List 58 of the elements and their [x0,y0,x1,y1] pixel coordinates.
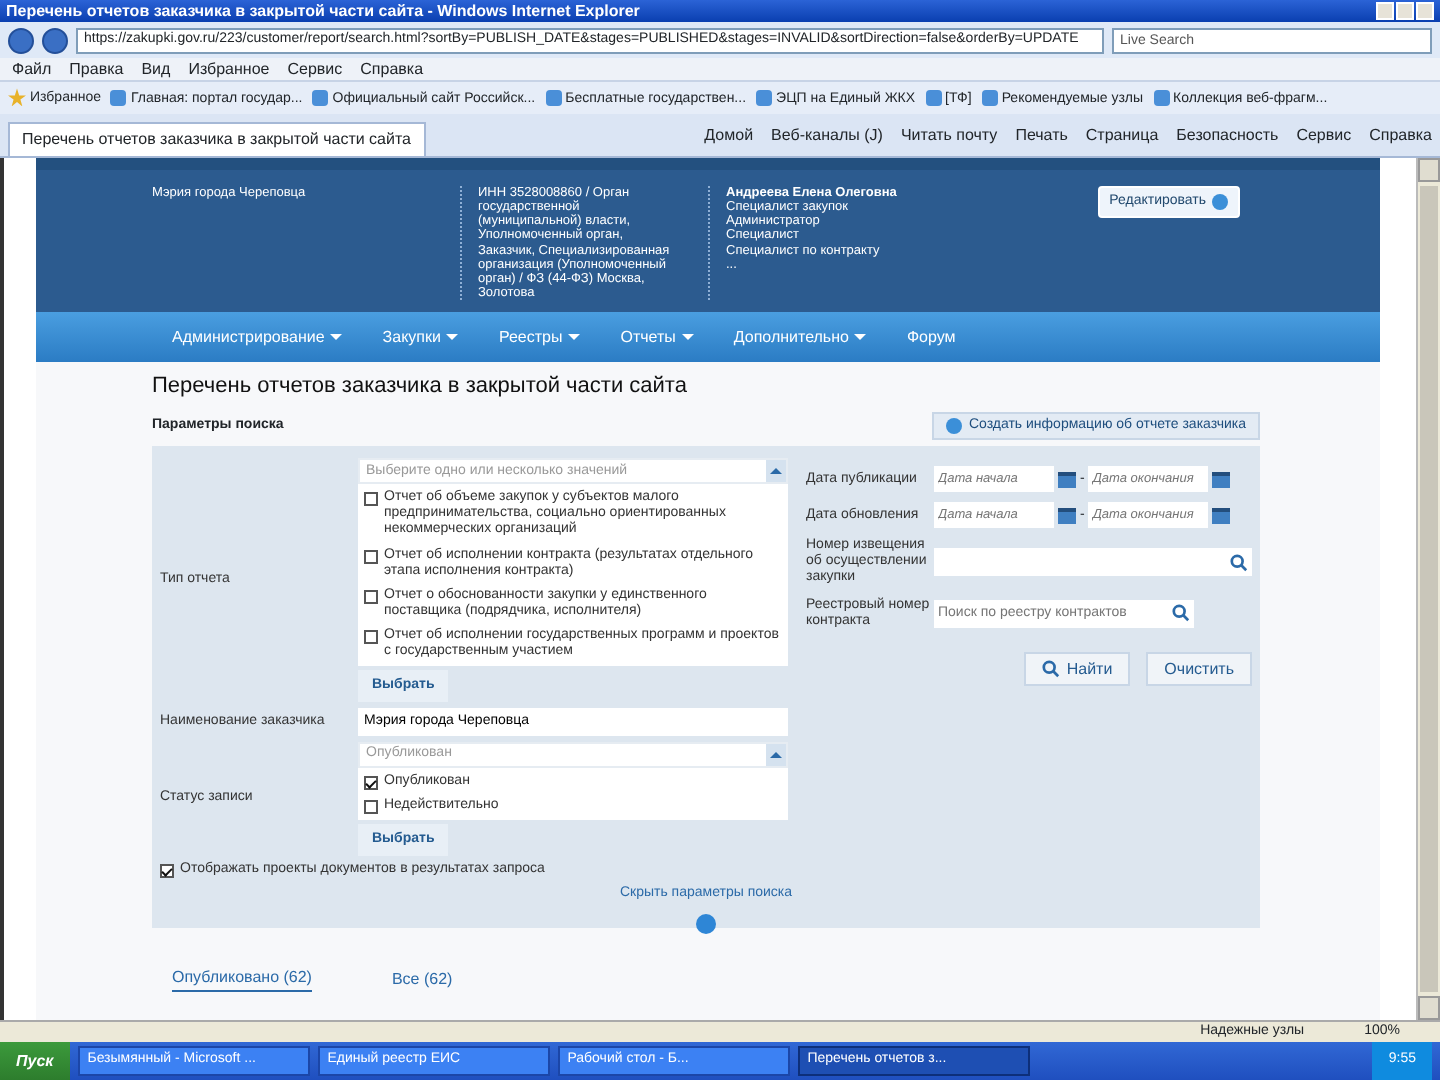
caret-icon [681,334,694,341]
caret-icon [446,334,459,341]
nav-item[interactable]: Закупки [382,328,459,347]
find-button[interactable]: Найти [1024,651,1131,686]
command-button[interactable]: Безопасность [1176,125,1279,145]
search-icon [1042,659,1061,678]
nav-item[interactable]: Дополнительно [733,328,867,347]
command-button[interactable]: Справка [1369,125,1432,145]
command-button[interactable]: Сервис [1296,125,1352,145]
page-icon [545,89,562,106]
caret-icon [568,334,581,341]
search-icon [1172,604,1190,623]
caret-icon [854,334,867,341]
checkbox[interactable] [364,492,378,507]
menu-item[interactable]: Правка [69,59,124,79]
checkbox[interactable] [364,549,378,563]
checkbox[interactable] [364,799,378,814]
calendar-icon [1058,471,1076,488]
checkbox[interactable] [364,629,378,644]
back-button[interactable] [8,27,34,53]
checkbox[interactable] [160,863,174,878]
menu-item[interactable]: Справка [360,59,424,79]
forward-button[interactable] [42,27,68,53]
collapse-icon [766,743,786,766]
command-button[interactable]: Домой [704,125,754,145]
page-icon [1153,89,1169,106]
command-button[interactable]: Веб-каналы (J) [771,125,883,145]
command-button[interactable]: Печать [1015,125,1068,145]
notice-number-field[interactable] [934,548,1252,577]
page-icon [110,89,127,106]
command-button[interactable]: Страница [1085,125,1159,145]
browser-tab[interactable]: Перечень отчетов заказчика в закрытой части сайта [8,122,425,156]
result-tab[interactable]: Все (62) [391,968,453,993]
nav-item[interactable]: Реестры [498,328,581,347]
scrollbar[interactable] [1416,158,1440,1020]
menu-item[interactable]: Избранное [188,59,270,79]
page-icon [981,89,998,106]
page-icon [756,89,773,106]
menu-item[interactable]: Вид [141,59,171,79]
result-tab[interactable]: Опубликовано (62) [172,968,312,993]
nav-item[interactable]: Отчеты [620,328,694,347]
calendar-icon [1058,507,1076,524]
command-button[interactable]: Читать почту [900,125,998,145]
checkbox[interactable] [364,775,378,790]
collapse-icon [766,460,786,483]
clear-button[interactable]: Очистить [1146,651,1252,686]
search-icon [1230,553,1248,572]
page-icon [312,89,329,106]
menu-item[interactable]: Сервис [287,59,343,79]
nav-item[interactable]: Форум [906,328,956,347]
caret-icon [330,334,343,341]
page-title: Перечень отчетов заказчика в закрытой части сайта [152,374,689,401]
checkbox[interactable] [364,589,378,604]
window-title: Перечень отчетов заказчика в закрытой части сайта - Windows Internet Explorer [6,1,640,21]
page-icon [925,89,942,106]
start-button[interactable]: Пуск [0,1042,70,1080]
nav-item[interactable]: Администрирование [172,328,343,347]
menu-item[interactable]: Файл [12,59,52,79]
